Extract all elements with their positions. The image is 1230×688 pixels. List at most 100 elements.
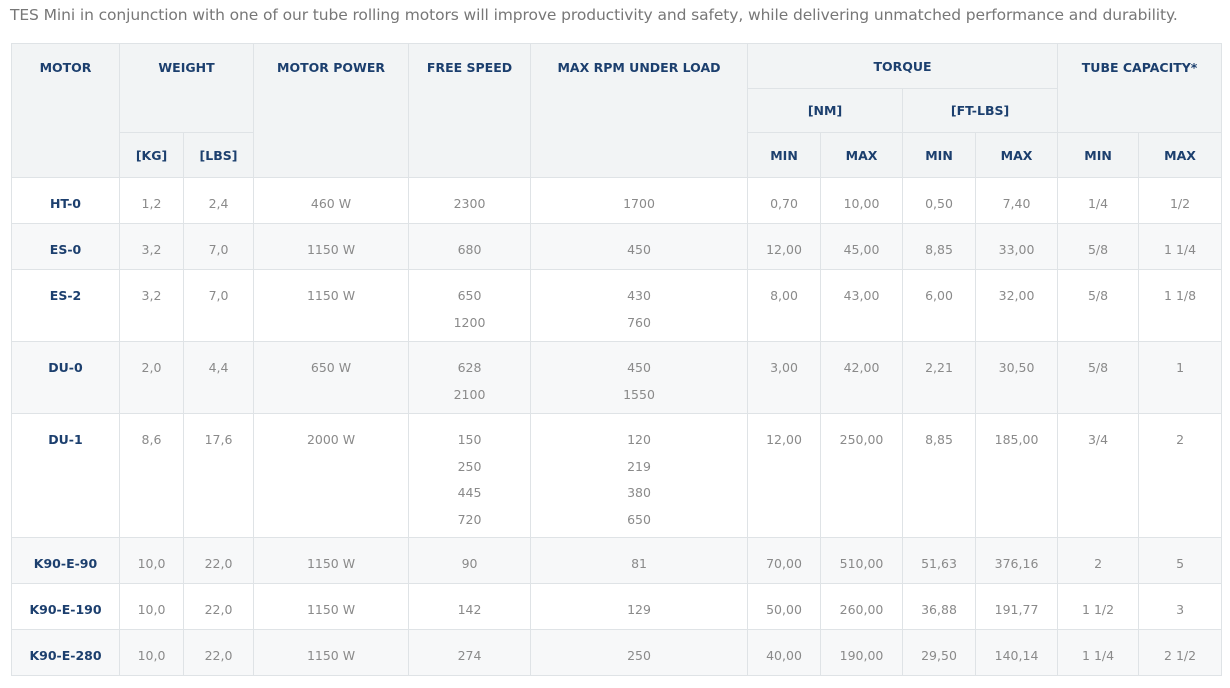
cell-value-line: 445 — [457, 485, 482, 500]
cell-weight-lbs: 17,6 — [182, 413, 255, 538]
cell-motor: K90-E-90 — [11, 537, 120, 584]
cell-value-line: 219 — [627, 458, 651, 474]
cell-torque-nm-min: 12,00 — [747, 413, 822, 538]
cell-weight-lbs: 2,4 — [182, 177, 255, 224]
table-body: HT-0 1,2 2,4 460 W 2300 1700 0,70 10,00 0,50 7,40… — [11, 177, 1223, 676]
cell-value-line: 274 — [457, 648, 482, 663]
cell-torque-ft-min: 2,21 — [902, 341, 977, 414]
cell-free-speed: 680 — [408, 223, 532, 270]
header-ftlbs: [FT-LBS] — [902, 88, 1059, 133]
cell-motor: K90-E-190 — [11, 583, 120, 630]
cell-torque-nm-max: 510,00 — [820, 537, 904, 584]
header-ft-max: MAX — [975, 132, 1059, 178]
cell-max-rpm: 430 760 — [530, 269, 749, 342]
cell-tube-min: 5/8 — [1057, 269, 1140, 342]
cell-tube-min: 1 1/2 — [1057, 583, 1140, 630]
cell-torque-ft-max: 32,00 — [975, 269, 1059, 342]
cell-value-line: 120 — [627, 432, 651, 447]
cell-torque-nm-min: 12,00 — [747, 223, 822, 270]
cell-torque-nm-min: 0,70 — [747, 177, 822, 224]
cell-weight-kg: 10,0 — [119, 629, 184, 676]
cell-torque-nm-max: 260,00 — [820, 583, 904, 630]
cell-weight-lbs: 4,4 — [182, 341, 255, 414]
cell-tube-min: 5/8 — [1057, 223, 1140, 270]
cell-value-line: 430 — [627, 288, 651, 303]
motor-spec-table: MOTOR WEIGHT MOTOR POWER FREE SPEED MAX … — [11, 43, 1223, 676]
cell-value-line: 90 — [461, 556, 478, 571]
cell-motor-power: 1150 W — [253, 583, 410, 630]
cell-torque-ft-min: 51,63 — [902, 537, 977, 584]
cell-tube-min: 2 — [1057, 537, 1140, 584]
cell-torque-ft-max: 7,40 — [975, 177, 1059, 224]
cell-torque-nm-min: 50,00 — [747, 583, 822, 630]
cell-max-rpm: 81 — [530, 537, 749, 584]
cell-motor: K90-E-280 — [11, 629, 120, 676]
cell-torque-nm-min: 8,00 — [747, 269, 822, 342]
cell-value-line: 2100 — [453, 386, 486, 402]
header-tube-min: MIN — [1057, 132, 1140, 178]
table-row: HT-0 1,2 2,4 460 W 2300 1700 0,70 10,00 0,50 7,40… — [11, 177, 1223, 224]
cell-torque-ft-max: 191,77 — [975, 583, 1059, 630]
cell-torque-ft-min: 0,50 — [902, 177, 977, 224]
cell-tube-max: 1 1/8 — [1138, 269, 1223, 342]
table-header: MOTOR WEIGHT MOTOR POWER FREE SPEED MAX … — [11, 43, 1223, 178]
cell-max-rpm: 129 — [530, 583, 749, 630]
cell-value-line: 1700 — [623, 196, 655, 211]
cell-tube-max: 1/2 — [1138, 177, 1223, 224]
cell-value-line: 2300 — [453, 196, 486, 211]
cell-value-line: 380 — [627, 485, 651, 500]
header-nm: [NM] — [747, 88, 904, 133]
cell-torque-ft-min: 8,85 — [902, 413, 977, 538]
cell-motor-power: 1150 W — [253, 629, 410, 676]
table-row: ES-0 3,2 7,0 1150 W 680 450 12,00 45,00 8,85 33,0… — [11, 223, 1223, 270]
cell-motor: DU-1 — [11, 413, 120, 538]
cell-torque-ft-min: 36,88 — [902, 583, 977, 630]
cell-motor: ES-2 — [11, 269, 120, 342]
cell-motor: DU-0 — [11, 341, 120, 414]
cell-torque-nm-max: 42,00 — [820, 341, 904, 414]
cell-value-line: 250 — [457, 458, 482, 474]
cell-tube-min: 5/8 — [1057, 341, 1140, 414]
cell-free-speed: 650 1200 — [408, 269, 532, 342]
cell-torque-nm-max: 10,00 — [820, 177, 904, 224]
cell-value-line: 720 — [457, 511, 482, 527]
header-lbs: [LBS] — [182, 132, 255, 178]
cell-torque-ft-min: 8,85 — [902, 223, 977, 270]
cell-weight-lbs: 22,0 — [182, 629, 255, 676]
header-ft-min: MIN — [902, 132, 977, 178]
cell-tube-min: 1 1/4 — [1057, 629, 1140, 676]
header-max-rpm: MAX RPM UNDER LOAD — [530, 43, 749, 178]
cell-value-line: 1550 — [623, 386, 655, 402]
cell-motor-power: 1150 W — [253, 223, 410, 270]
cell-weight-lbs: 7,0 — [182, 269, 255, 342]
cell-torque-ft-max: 376,16 — [975, 537, 1059, 584]
cell-value-line: 81 — [631, 556, 647, 571]
cell-torque-nm-min: 3,00 — [747, 341, 822, 414]
cell-motor-power: 650 W — [253, 341, 410, 414]
cell-tube-min: 3/4 — [1057, 413, 1140, 538]
cell-torque-ft-min: 29,50 — [902, 629, 977, 676]
cell-free-speed: 150 250 445 720 — [408, 413, 532, 538]
cell-tube-max: 1 1/4 — [1138, 223, 1223, 270]
table-row: DU-1 8,6 17,6 2000 W 150 250 445 720 120 219 380 65… — [11, 413, 1223, 538]
cell-max-rpm: 450 — [530, 223, 749, 270]
cell-tube-max: 3 — [1138, 583, 1223, 630]
cell-value-line: 1200 — [453, 314, 486, 330]
cell-free-speed: 90 — [408, 537, 532, 584]
cell-max-rpm: 450 1550 — [530, 341, 749, 414]
cell-tube-max: 2 1/2 — [1138, 629, 1223, 676]
cell-torque-nm-max: 190,00 — [820, 629, 904, 676]
cell-torque-ft-max: 185,00 — [975, 413, 1059, 538]
cell-value-line: 142 — [457, 602, 482, 617]
cell-torque-ft-max: 33,00 — [975, 223, 1059, 270]
cell-value-line: 450 — [627, 242, 651, 257]
table-row: ES-2 3,2 7,0 1150 W 650 1200 430 760 8,00 43,00 6,… — [11, 269, 1223, 342]
cell-motor-power: 1150 W — [253, 537, 410, 584]
cell-weight-kg: 2,0 — [119, 341, 184, 414]
cell-free-speed: 628 2100 — [408, 341, 532, 414]
cell-weight-kg: 3,2 — [119, 269, 184, 342]
cell-motor-power: 1150 W — [253, 269, 410, 342]
cell-value-line: 129 — [627, 602, 651, 617]
cell-max-rpm: 120 219 380 650 — [530, 413, 749, 538]
header-free-speed: FREE SPEED — [408, 43, 532, 178]
